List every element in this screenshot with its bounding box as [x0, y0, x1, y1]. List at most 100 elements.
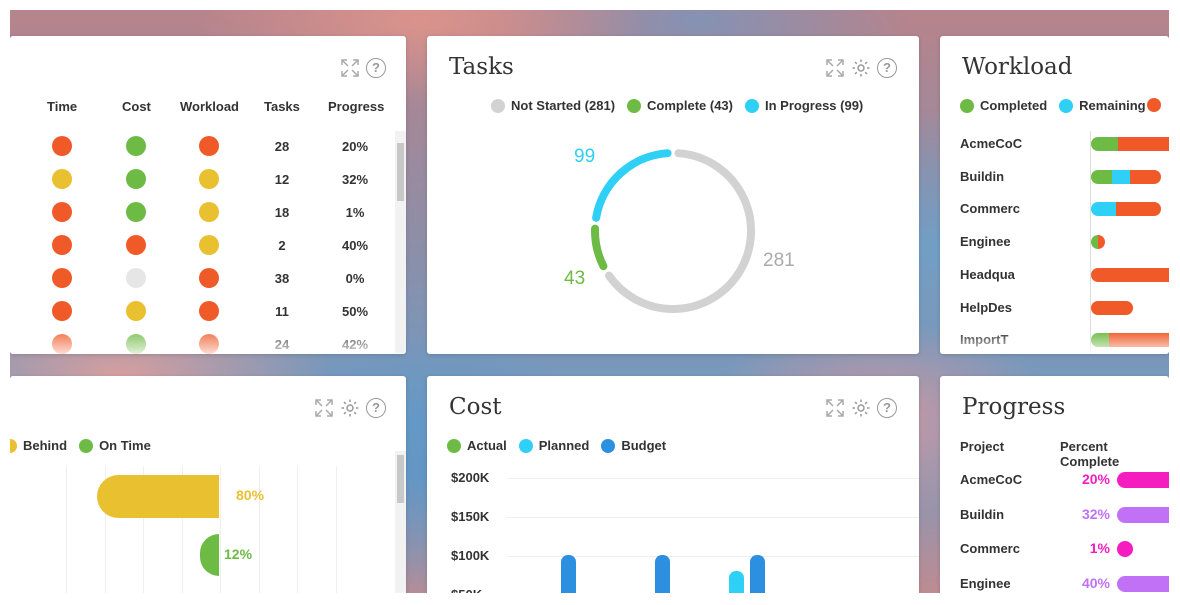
legend-item[interactable]: Planned — [518, 438, 589, 453]
expand-icon[interactable] — [825, 398, 845, 418]
legend-item[interactable]: On Time — [79, 438, 151, 453]
workload-bar[interactable] — [1091, 137, 1169, 151]
table-row[interactable]: 12 32% — [10, 169, 400, 202]
legend-item[interactable]: Not Started (281) — [491, 98, 615, 113]
tasks-legend: Not Started (281) Complete (43) In Progres… — [491, 98, 863, 113]
tasks-count: 18 — [274, 205, 290, 220]
workload-bar-segment — [1091, 137, 1118, 151]
schedule-bar-ontime — [200, 534, 219, 576]
schedule-value-behind: 80% — [236, 487, 265, 503]
legend-item[interactable]: Complete (43) — [627, 98, 733, 113]
scrollbar-thumb[interactable] — [397, 455, 404, 503]
scrollbar-thumb[interactable] — [397, 143, 404, 201]
workload-bar-segment — [1091, 235, 1098, 250]
expand-icon[interactable] — [314, 398, 334, 418]
workload-row-label: Commerc — [960, 201, 1020, 217]
help-icon[interactable]: ? — [877, 58, 897, 78]
legend-label: Behind — [23, 438, 68, 453]
status-dot-cost — [126, 235, 146, 255]
status-dot-time — [52, 301, 72, 321]
progress-bar[interactable] — [1117, 575, 1169, 592]
donut-slice-not-started[interactable] — [604, 149, 755, 313]
gear-icon[interactable] — [340, 398, 360, 418]
progress-row-value: 20% — [1081, 471, 1110, 487]
status-dot-time — [52, 268, 72, 288]
workload-bar[interactable] — [1091, 235, 1105, 250]
table-row[interactable]: 18 1% — [10, 202, 400, 235]
gridline — [66, 466, 67, 596]
gridline — [297, 466, 298, 596]
donut-slice-complete[interactable] — [591, 224, 608, 271]
workload-bar[interactable] — [1091, 300, 1133, 315]
schedule-tools: ? — [314, 398, 386, 418]
progress-value: 32% — [341, 172, 369, 187]
legend-item[interactable]: In Progress (99) — [745, 98, 863, 113]
schedule-legend: Behind On Time — [10, 438, 151, 453]
budget-bar — [655, 555, 670, 596]
workload-bar-segment — [1129, 169, 1161, 184]
legend-label: On Time — [99, 438, 151, 453]
legend-dot — [491, 98, 505, 113]
col-cost: Cost — [122, 99, 151, 114]
status-dot-time — [52, 136, 72, 156]
gear-icon[interactable] — [851, 398, 871, 418]
scrollbar[interactable] — [395, 451, 406, 596]
legend-label: Budget — [621, 438, 667, 453]
progress-bar[interactable] — [1117, 506, 1169, 523]
legend-dot — [518, 438, 533, 453]
table-row[interactable]: 2 40% — [10, 235, 400, 268]
help-icon[interactable]: ? — [366, 398, 386, 418]
status-card-tools: ? — [340, 58, 386, 78]
workload-bar-segment — [1118, 137, 1169, 151]
frame-right — [1169, 0, 1180, 605]
help-icon[interactable]: ? — [366, 58, 386, 78]
schedule-card: ? Behind On Time 80% 12% — [10, 376, 406, 596]
expand-icon[interactable] — [340, 58, 360, 78]
workload-bar[interactable] — [1091, 267, 1169, 282]
legend-item[interactable]: Behind — [10, 438, 67, 453]
budget-bar — [561, 555, 576, 596]
status-dot-time — [52, 235, 72, 255]
frame-top — [0, 0, 1180, 10]
progress-value: 50% — [341, 304, 369, 319]
legend-item[interactable]: Actual — [447, 438, 507, 453]
expand-icon[interactable] — [825, 58, 845, 78]
col-workload: Workload — [180, 99, 239, 114]
progress-bar[interactable] — [1117, 541, 1133, 557]
legend-dot — [601, 438, 616, 453]
gridline — [258, 466, 260, 596]
tasks-count: 11 — [275, 304, 289, 319]
tasks-tools: ? — [825, 58, 897, 78]
table-row[interactable]: 28 20% — [10, 136, 400, 169]
status-dot-time — [52, 169, 72, 189]
cost-tools: ? — [825, 398, 897, 418]
progress-row-value: 40% — [1081, 574, 1110, 591]
cost-legend: Actual Planned Budget — [447, 438, 666, 453]
status-dot-time — [52, 202, 72, 222]
workload-bar[interactable] — [1091, 169, 1161, 184]
table-row[interactable]: 38 0% — [10, 268, 400, 301]
help-icon[interactable]: ? — [877, 398, 897, 418]
workload-bar-segment — [1115, 202, 1161, 217]
workload-bar[interactable] — [1091, 202, 1161, 217]
progress-row-label: Buildin — [960, 506, 1005, 522]
legend-item[interactable]: Completed — [960, 98, 1047, 113]
progress-row-value: 32% — [1081, 505, 1110, 522]
fade-overlay — [940, 331, 1169, 354]
donut-slice-in-progress[interactable] — [592, 149, 672, 222]
workload-bar-segment — [1091, 267, 1169, 282]
scrollbar[interactable] — [395, 131, 406, 353]
progress-bar[interactable] — [1117, 472, 1169, 488]
workload-bar-segment — [1112, 169, 1130, 184]
y-tick-150k: $150K — [451, 509, 490, 524]
tasks-count: 2 — [278, 238, 286, 253]
gear-icon[interactable] — [851, 58, 871, 78]
col-percent-complete: Percent Complete — [1060, 439, 1120, 469]
gridline — [220, 466, 221, 596]
progress-value: 20% — [341, 139, 369, 154]
label-complete: 43 — [564, 268, 586, 289]
legend-item[interactable]: Remaining — [1059, 98, 1146, 113]
legend-item[interactable]: Budget — [601, 438, 666, 453]
col-tasks: Tasks — [264, 99, 300, 114]
workload-bar-segment — [1091, 202, 1116, 217]
